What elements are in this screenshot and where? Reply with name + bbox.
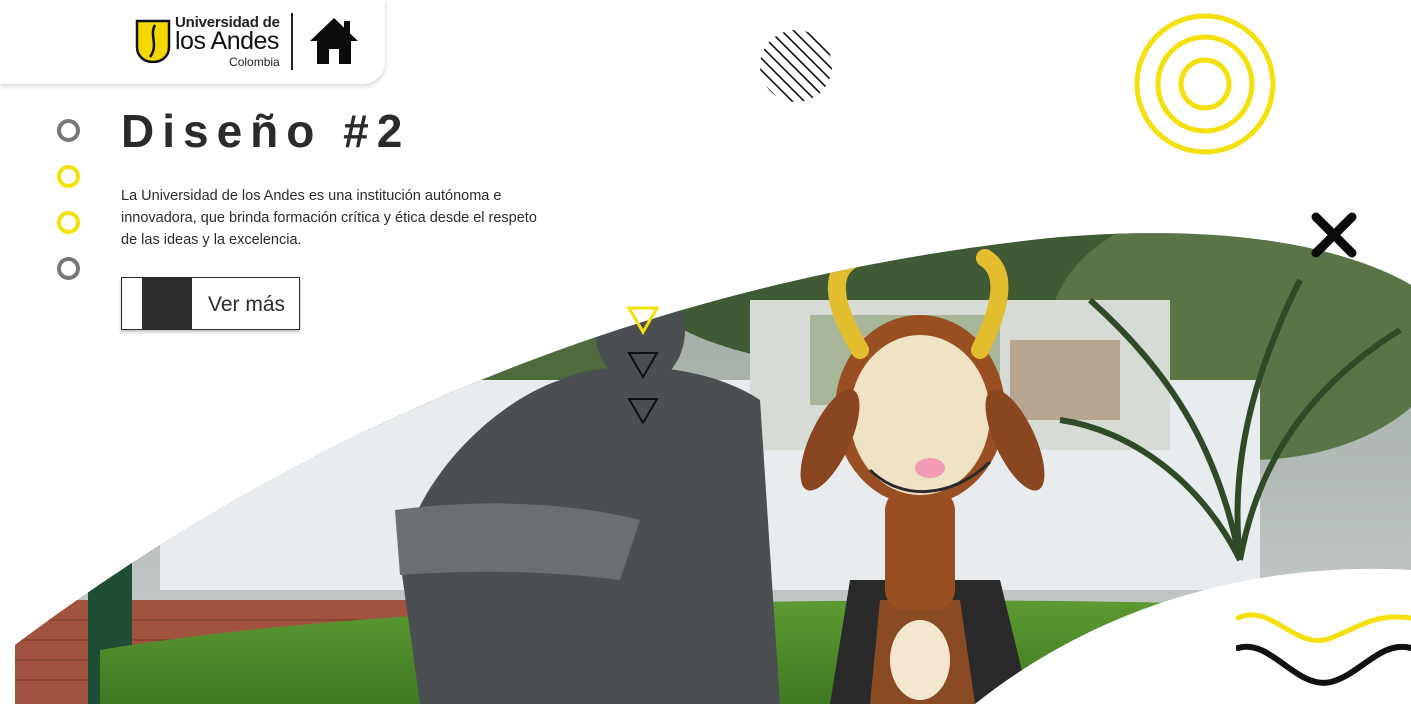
- slide-dot-nav: [57, 119, 80, 280]
- slide-dot-4[interactable]: [57, 257, 80, 280]
- ver-mas-label: Ver más: [208, 293, 286, 316]
- page: Universidad de los Andes Colombia Diseño…: [0, 0, 1411, 704]
- slide-dot-2[interactable]: [57, 165, 80, 188]
- logo-shield-icon: [135, 19, 171, 63]
- slide-dot-3[interactable]: [57, 211, 80, 234]
- home-icon[interactable]: [307, 15, 361, 67]
- ver-mas-button[interactable]: Ver más: [121, 277, 300, 330]
- header-divider: [291, 13, 293, 70]
- ver-mas-button-fill: [142, 278, 192, 329]
- close-x-icon: [1311, 212, 1357, 258]
- slide-dot-1[interactable]: [57, 119, 80, 142]
- logo-line-2: los Andes: [175, 26, 279, 55]
- logo-line-3: Colombia: [229, 54, 280, 69]
- triangles-icon: [626, 306, 660, 425]
- university-logo[interactable]: Universidad de los Andes Colombia: [135, 12, 280, 70]
- wave-lines-icon: [1236, 612, 1411, 686]
- description-text: La Universidad de los Andes es una insti…: [121, 188, 537, 248]
- logo-text: Universidad de los Andes Colombia: [175, 15, 280, 68]
- striped-circle-icon: [760, 30, 832, 102]
- header-card: Universidad de los Andes Colombia: [0, 0, 385, 84]
- page-title: Diseño #2: [121, 105, 411, 157]
- concentric-circles-icon: [1134, 13, 1276, 155]
